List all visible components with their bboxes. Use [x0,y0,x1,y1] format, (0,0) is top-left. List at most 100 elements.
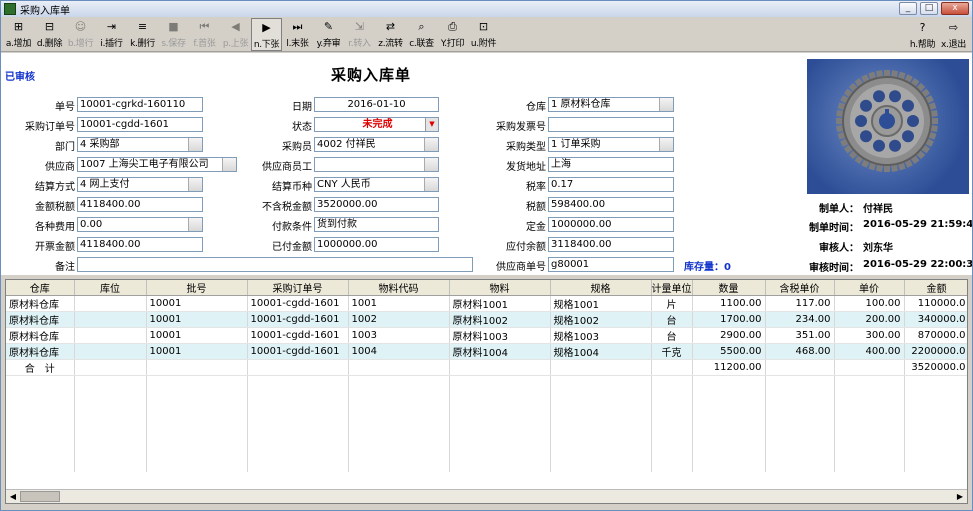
toolbar-button-12[interactable]: ⇄ z.流转 [375,18,406,51]
table-cell[interactable] [74,295,147,312]
table-row[interactable]: 原材料仓库 10001 10001-cgdd-1601 1002 原材料1002 规格10… [6,311,967,328]
table-cell[interactable]: 10001-cgdd-1601 [247,311,349,328]
table-cell[interactable]: 原材料1002 [449,311,551,328]
table-cell[interactable]: 原材料仓库 [6,311,75,328]
table-cell[interactable]: 10001 [146,295,248,312]
scroll-right-icon[interactable]: ▶ [954,491,966,503]
toolbar-button-1[interactable]: ⊟ d.删除 [34,18,65,51]
state-select[interactable]: 未完成 ▼ [314,117,439,132]
table-row[interactable]: 原材料仓库 10001 10001-cgdd-1601 1001 原材料1001 规格10… [6,295,967,312]
toolbar-button-13[interactable]: ⌕ c.联查 [406,18,437,51]
settle-lookup-button[interactable] [188,178,202,191]
warehouse-lookup-button[interactable] [659,98,673,111]
toolbar-button-4[interactable]: ≡ k.删行 [127,18,158,51]
remark-field[interactable] [77,257,473,272]
table-cell[interactable]: 117.00 [765,295,835,312]
supplier-staff-lookup-button[interactable] [424,158,438,171]
horizontal-scrollbar[interactable]: ◀ ▶ [6,489,967,503]
ship-addr-field[interactable]: 上海 [548,157,674,172]
purchase-type-field[interactable]: 1 订单采购 [548,137,674,152]
po-no-field[interactable]: 10001-cgdd-1601 [77,117,203,132]
date-field[interactable]: 2016-01-10 [314,97,439,112]
minimize-button[interactable]: _ [899,2,917,15]
table-cell[interactable] [74,327,147,344]
table-cell[interactable]: 10001-cgdd-1601 [247,327,349,344]
table-cell[interactable]: 片 [651,295,693,312]
toolbar-button-14[interactable]: ⎙ Y.打印 [437,18,468,51]
table-cell[interactable]: 2200000.0 [904,343,967,360]
table-cell[interactable]: 300.00 [834,327,905,344]
table-cell[interactable]: 110000.0 [904,295,967,312]
table-cell[interactable]: 1001 [348,295,450,312]
table-cell[interactable]: 100.00 [834,295,905,312]
currency-lookup-button[interactable] [424,178,438,191]
table-cell[interactable]: 千克 [651,343,693,360]
toolbar-button-2[interactable]: ☺ b.增行 [65,18,96,51]
toolbar-button-7[interactable]: ◀ p.上张 [220,18,251,51]
table-cell[interactable]: 10001 [146,343,248,360]
table-cell[interactable]: 400.00 [834,343,905,360]
table-cell[interactable]: 1700.00 [692,311,766,328]
close-button[interactable]: x [941,2,969,15]
tax-field[interactable]: 598400.00 [548,197,674,212]
table-cell[interactable]: 351.00 [765,327,835,344]
table-cell[interactable]: 200.00 [834,311,905,328]
table-cell[interactable]: 1003 [348,327,450,344]
table-cell[interactable]: 原材料1004 [449,343,551,360]
invoice-no-field[interactable] [548,117,674,132]
table-cell[interactable]: 原材料仓库 [6,295,75,312]
toolbar-right-button-1[interactable]: ⇨ x.退出 [938,19,969,52]
table-cell[interactable]: 台 [651,311,693,328]
table-cell[interactable]: 10001 [146,311,248,328]
column-header[interactable]: 规格 [550,280,652,296]
table-cell[interactable]: 规格1003 [550,327,652,344]
column-header[interactable]: 物料 [449,280,551,296]
supplier-doc-field[interactable]: g80001 [548,257,674,272]
doc-no-field[interactable]: 10001-cgrkd-160110 [77,97,203,112]
dept-lookup-button[interactable] [188,138,202,151]
table-cell[interactable]: 1002 [348,311,450,328]
table-cell[interactable] [74,311,147,328]
table-cell[interactable]: 234.00 [765,311,835,328]
column-header[interactable]: 批号 [146,280,248,296]
column-header[interactable]: 库位 [74,280,147,296]
table-cell[interactable]: 原材料1001 [449,295,551,312]
invoice-amount-field[interactable]: 4118400.00 [77,237,203,252]
column-header[interactable]: 物料代码 [348,280,450,296]
table-cell[interactable]: 5500.00 [692,343,766,360]
amount-ex-tax-field[interactable]: 3520000.00 [314,197,439,212]
buyer-lookup-button[interactable] [424,138,438,151]
column-header[interactable]: 采购订单号 [247,280,349,296]
maximize-button[interactable]: □ [920,2,938,15]
chevron-down-icon[interactable]: ▼ [425,118,438,131]
table-cell[interactable]: 规格1004 [550,343,652,360]
scrollbar-thumb[interactable] [20,491,60,502]
warehouse-field[interactable]: 1 原材料仓库 [548,97,674,112]
table-cell[interactable]: 468.00 [765,343,835,360]
table-cell[interactable]: 10001-cgdd-1601 [247,295,349,312]
table-cell[interactable]: 台 [651,327,693,344]
toolbar-button-15[interactable]: ⊡ u.附件 [468,18,499,51]
table-row[interactable]: 原材料仓库 10001 10001-cgdd-1601 1003 原材料1003 规格10… [6,327,967,344]
fees-field[interactable]: 0.00 [77,217,203,232]
dept-field[interactable]: 4 采购部 [77,137,203,152]
supplier-field[interactable]: 1007 上海尖工电子有限公司 [77,157,237,172]
table-cell[interactable]: 340000.0 [904,311,967,328]
scroll-left-icon[interactable]: ◀ [7,491,19,503]
tax-rate-field[interactable]: 0.17 [548,177,674,192]
column-header[interactable]: 计量单位 [651,280,693,296]
column-header[interactable]: 数量 [692,280,766,296]
table-cell[interactable]: 870000.0 [904,327,967,344]
table-cell[interactable]: 10001 [146,327,248,344]
toolbar-button-0[interactable]: ⊞ a.增加 [3,18,34,51]
fees-lookup-button[interactable] [188,218,202,231]
column-header[interactable]: 仓库 [6,280,75,296]
toolbar-button-5[interactable]: ■ s.保存 [158,18,189,51]
supplier-lookup-button[interactable] [222,158,236,171]
toolbar-button-10[interactable]: ✎ y.弃审 [313,18,344,51]
toolbar-button-8[interactable]: ▶ n.下张 [251,18,282,51]
buyer-field[interactable]: 4002 付祥民 [314,137,439,152]
amount-tax-field[interactable]: 4118400.00 [77,197,203,212]
purchase-type-lookup-button[interactable] [659,138,673,151]
column-header[interactable]: 含税单价 [765,280,835,296]
